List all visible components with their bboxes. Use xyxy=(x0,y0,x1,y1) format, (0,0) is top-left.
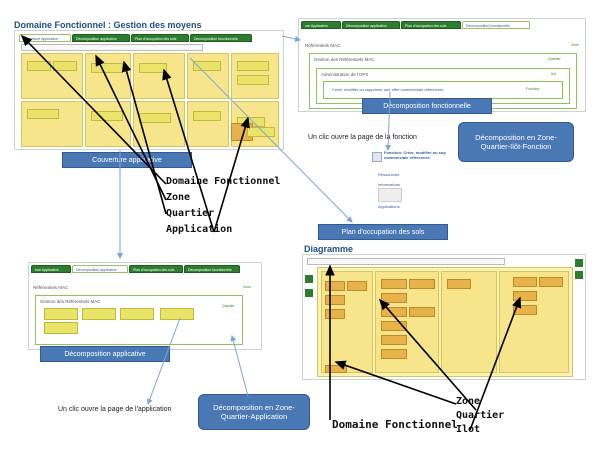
arrow-domaine-left xyxy=(20,34,167,185)
arrow-box-zqa xyxy=(230,335,249,397)
arrow-ilot-right xyxy=(469,296,522,431)
arrow-to-fonctionnelle xyxy=(281,35,301,42)
arrow-click-application xyxy=(146,317,181,405)
arrow-application-left xyxy=(213,116,250,233)
arrow-quartier-left xyxy=(121,60,167,215)
arrows-layer xyxy=(20,34,522,431)
arrow-to-plan xyxy=(189,57,353,223)
arrow-to-fonction-detail xyxy=(385,91,392,151)
arrow-zone-right xyxy=(334,360,457,405)
arrow-application-left-2 xyxy=(162,68,215,233)
